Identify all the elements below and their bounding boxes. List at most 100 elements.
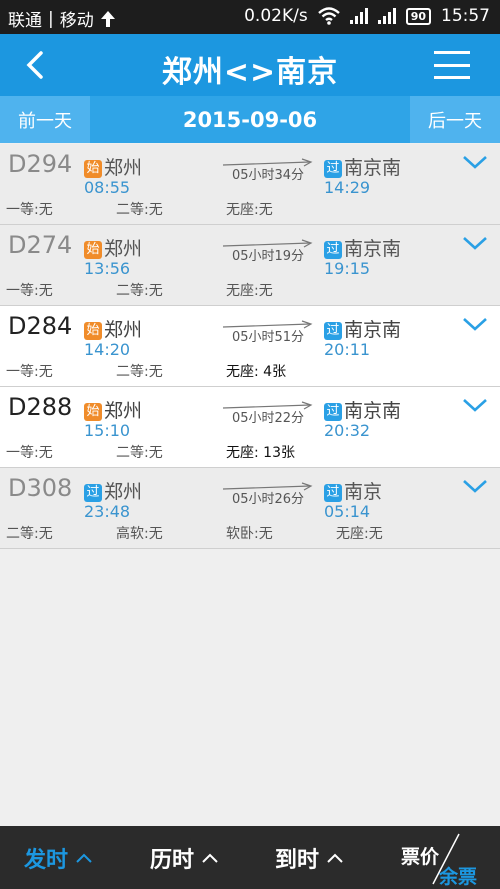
- station-type-badge: 过: [324, 403, 342, 421]
- seat-availability: 二等:无: [6, 526, 53, 542]
- train-row[interactable]: D308 过郑州 23:48 05小时26分过南京 05:14 二等:无 高软:无 软卧:无无…: [0, 468, 500, 549]
- arrival-station: 过南京南: [324, 234, 401, 261]
- app-header: 郑州<>南京: [0, 34, 500, 96]
- arrival-time: 19:15: [324, 259, 371, 278]
- arrival-station-name: 南京南: [344, 319, 402, 341]
- arrival-station-name: 南京: [344, 481, 383, 503]
- station-type-badge: 始: [84, 241, 102, 259]
- train-row[interactable]: D288 始郑州 15:10 05小时22分 过南京南 20:32 一等:无 二等:无 无座: …: [0, 387, 500, 468]
- sort-arrive-tab[interactable]: 到时: [275, 826, 343, 889]
- seat-availability: 一等:无: [6, 283, 53, 299]
- menu-button[interactable]: [434, 51, 470, 79]
- sort-bar: 发时 历时 到时 票价 余票: [0, 826, 500, 889]
- departure-station: 始郑州: [84, 315, 142, 342]
- station-type-badge: 始: [84, 322, 102, 340]
- departure-time: 23:48: [84, 502, 131, 521]
- departure-time: 13:56: [84, 259, 131, 278]
- carrier-info: 联通 | 移动: [8, 6, 116, 31]
- seat-availability: 无座:无: [336, 526, 383, 542]
- carrier-separator: |: [48, 8, 54, 29]
- seat-availability: 一等:无: [6, 445, 53, 461]
- date-navigation: 前一天 2015-09-06 后一天: [0, 96, 500, 143]
- sort-depart-tab[interactable]: 发时: [24, 826, 92, 889]
- train-list: D294 始郑州 08:55 05小时34分过南京南 14:29 一等:无 二等:无 无座:无…: [0, 144, 500, 549]
- departure-time: 08:55: [84, 178, 131, 197]
- menu-icon-line: [434, 76, 470, 79]
- travel-duration: 05小时26分: [231, 492, 305, 507]
- departure-station: 始郑州: [84, 396, 142, 423]
- current-date[interactable]: 2015-09-06: [90, 96, 410, 143]
- departure-station: 始郑州: [84, 234, 142, 261]
- seat-availability: 一等:无: [6, 364, 53, 380]
- departure-time: 14:20: [84, 340, 131, 359]
- seat-availability: 无座:无: [226, 283, 273, 299]
- station-type-badge: 过: [324, 160, 342, 178]
- remain-label: 余票: [439, 866, 478, 888]
- departure-station-name: 郑州: [104, 238, 143, 260]
- seat-availability: 软卧:无: [226, 526, 273, 542]
- arrival-time: 20:11: [324, 340, 371, 359]
- departure-station-name: 郑州: [104, 319, 143, 341]
- seat-availability: 无座: 4张: [226, 364, 287, 380]
- chevron-down-icon[interactable]: [462, 316, 488, 332]
- departure-station: 始郑州: [84, 153, 142, 180]
- train-row[interactable]: D284 始郑州 14:20 05小时51分 过南京南 20:11 一等:无 二等:无 无座: …: [0, 306, 500, 387]
- sort-depart-label: 发时: [24, 847, 69, 873]
- departure-time: 15:10: [84, 421, 131, 440]
- carrier-name-1: 联通: [8, 11, 42, 31]
- status-bar: 联通 | 移动 0.02K/s 90 15:57: [0, 0, 500, 34]
- chevron-down-icon[interactable]: [462, 154, 488, 170]
- status-right: 0.02K/s 90 15:57: [244, 6, 490, 26]
- train-number: D274: [8, 231, 73, 259]
- carrier-name-2: 移动: [59, 11, 94, 31]
- station-type-badge: 始: [84, 403, 102, 421]
- arrival-station-name: 南京南: [344, 238, 402, 260]
- wifi-icon: [317, 7, 340, 25]
- seat-availability: 一等:无: [6, 202, 53, 218]
- train-number: D308: [8, 474, 73, 502]
- page-title: 郑州<>南京: [161, 55, 339, 90]
- seat-availability: 无座: 13张: [226, 445, 295, 461]
- travel-duration: 05小时51分: [231, 330, 305, 345]
- menu-icon-line: [434, 51, 470, 54]
- chevron-up-icon: [76, 853, 92, 863]
- chevron-down-icon[interactable]: [462, 397, 488, 413]
- menu-icon-line: [434, 63, 470, 67]
- train-row[interactable]: D294 始郑州 08:55 05小时34分 过南京南 14:29 一等:无 二等:无 无座:无: [0, 144, 500, 225]
- seat-availability: 二等:无: [116, 364, 163, 380]
- chevron-down-icon[interactable]: [462, 235, 488, 251]
- chevron-up-icon: [202, 853, 218, 863]
- station-type-badge: 始: [84, 160, 102, 178]
- chevron-down-icon[interactable]: [462, 478, 488, 494]
- station-type-badge: 过: [324, 484, 342, 502]
- battery-indicator: 90: [405, 7, 431, 25]
- arrival-time: 20:32: [324, 421, 371, 440]
- signal-icon: [349, 8, 368, 24]
- seat-availability: 二等:无: [116, 283, 163, 299]
- seat-availability: 无座:无: [226, 202, 273, 218]
- previous-day-button[interactable]: 前一天: [0, 96, 90, 143]
- network-speed: 0.02K/s: [244, 6, 308, 26]
- departure-station: 过郑州: [84, 477, 142, 504]
- sort-arrive-label: 到时: [275, 847, 320, 873]
- station-type-badge: 过: [324, 241, 342, 259]
- seat-availability: 二等:无: [116, 202, 163, 218]
- station-type-badge: 过: [84, 484, 102, 502]
- price-remain-toggle[interactable]: 票价 余票: [385, 826, 500, 889]
- upload-arrow-icon: [100, 10, 115, 27]
- departure-station-name: 郑州: [104, 400, 143, 422]
- signal-icon-2: [377, 8, 396, 24]
- train-row[interactable]: D274 始郑州 13:56 05小时19分 过南京南 19:15 一等:无 二等:无 无座:无: [0, 225, 500, 306]
- departure-station-name: 郑州: [104, 157, 143, 179]
- arrival-time: 14:29: [324, 178, 371, 197]
- arrival-station-name: 南京南: [344, 400, 402, 422]
- arrival-time: 05:14: [324, 502, 371, 521]
- seat-availability: 二等:无: [116, 445, 163, 461]
- sort-duration-label: 历时: [150, 847, 195, 873]
- sort-duration-tab[interactable]: 历时: [150, 826, 218, 889]
- next-day-button[interactable]: 后一天: [410, 96, 500, 143]
- train-number: D284: [8, 312, 73, 340]
- travel-duration: 05小时22分: [231, 411, 305, 426]
- arrival-station: 过南京南: [324, 153, 401, 180]
- train-number: D294: [8, 150, 73, 178]
